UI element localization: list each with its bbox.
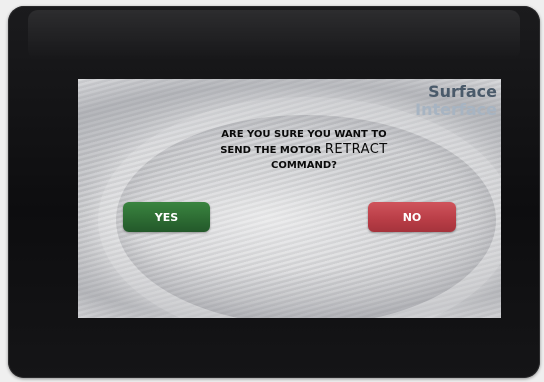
no-button[interactable]: NO	[368, 202, 456, 232]
message-line-1: ARE YOU SURE YOU WANT TO	[221, 129, 387, 140]
no-button-label: NO	[402, 210, 422, 224]
message-line-2: SEND THE MOTOR RETRACT	[174, 142, 434, 158]
confirmation-message: ARE YOU SURE YOU WANT TO SEND THE MOTOR …	[174, 127, 434, 173]
brand-logo: Surface Interface	[415, 83, 497, 119]
yes-button-label: YES	[154, 210, 179, 224]
touchscreen-device: Surface Interface ARE YOU SURE YOU WANT …	[8, 6, 540, 378]
brand-subtitle: Interface	[415, 100, 497, 119]
yes-button[interactable]: YES	[123, 202, 210, 232]
message-line-2-prefix: SEND THE MOTOR	[220, 145, 322, 156]
display-screen: Surface Interface ARE YOU SURE YOU WANT …	[78, 79, 501, 318]
brand-title: Surface	[428, 82, 497, 101]
motor-command: RETRACT	[324, 142, 388, 157]
message-line-3: COMMAND?	[271, 160, 337, 171]
